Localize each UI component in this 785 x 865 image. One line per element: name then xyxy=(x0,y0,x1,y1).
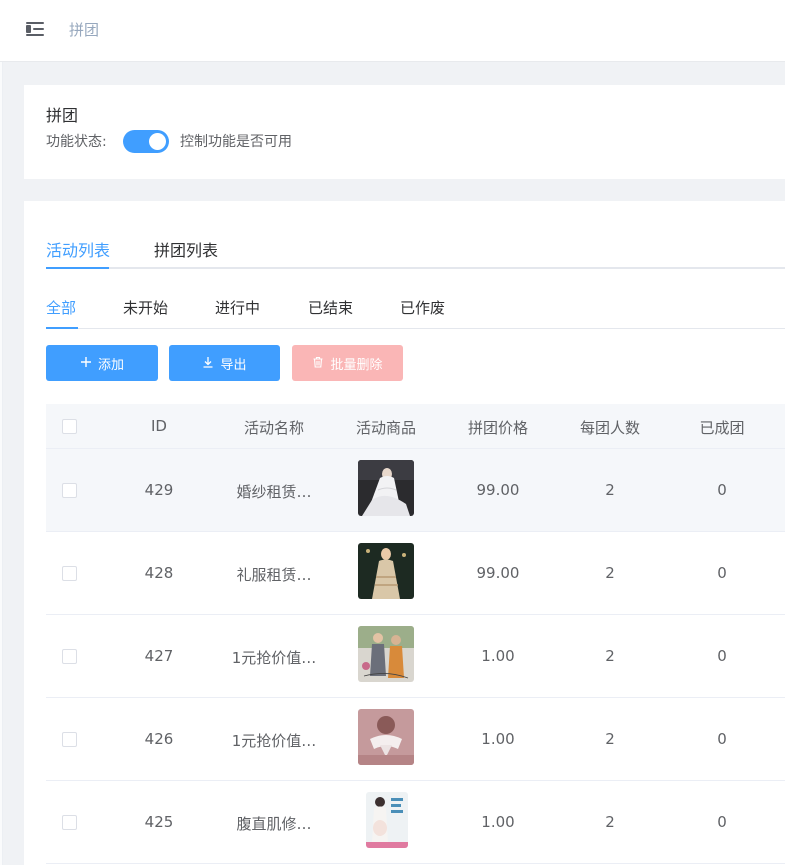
product-thumbnail[interactable] xyxy=(358,543,414,599)
column-header-formed: 已成团 xyxy=(699,419,745,437)
cell-id: 428 xyxy=(144,564,174,582)
add-button-label: 添加 xyxy=(97,357,124,373)
cell-id: 425 xyxy=(144,813,174,831)
download-icon xyxy=(202,356,214,371)
cell-group-size: 2 xyxy=(605,813,615,831)
trash-icon xyxy=(312,356,324,371)
breadcrumb: 拼团 xyxy=(69,21,100,39)
cell-price: 99.00 xyxy=(476,564,520,582)
switch-description: 控制功能是否可用 xyxy=(180,134,292,150)
cell-id: 426 xyxy=(144,730,174,748)
cell-id: 429 xyxy=(144,481,174,499)
feature-toggle-switch[interactable] xyxy=(123,130,169,153)
table-row[interactable]: 429 婚纱租赁… 99.00 2 0 xyxy=(46,449,785,532)
product-thumbnail[interactable] xyxy=(358,460,414,516)
product-thumbnail[interactable] xyxy=(358,709,414,765)
batch-delete-label: 批量删除 xyxy=(330,357,383,373)
status-filter-tabs: 全部 未开始 进行中 已结束 已作废 xyxy=(46,297,785,329)
subtab-all[interactable]: 全部 xyxy=(46,297,76,318)
table-row[interactable]: 428 礼服租赁… 99.00 2 0 xyxy=(46,532,785,615)
product-thumbnail[interactable] xyxy=(358,626,414,682)
column-header-price: 拼团价格 xyxy=(467,419,528,437)
feature-title: 拼团 xyxy=(46,106,79,125)
export-button-label: 导出 xyxy=(220,357,247,373)
table-row[interactable]: 426 1元抢价值… 1.00 2 0 xyxy=(46,698,785,781)
subtab-ended[interactable]: 已结束 xyxy=(308,297,353,318)
cell-id: 427 xyxy=(144,647,174,665)
cell-formed: 0 xyxy=(717,647,727,665)
row-checkbox[interactable] xyxy=(62,815,77,830)
top-navbar: 拼团 xyxy=(0,0,785,62)
cell-group-size: 2 xyxy=(605,647,615,665)
feature-status-card: 拼团 功能状态: 控制功能是否可用 xyxy=(24,85,785,179)
tab-group-list[interactable]: 拼团列表 xyxy=(154,237,218,261)
activity-table: ID 活动名称 活动商品 拼团价格 每团人数 已成团 429 婚纱租赁… 99.… xyxy=(46,404,785,864)
cell-price: 99.00 xyxy=(476,481,520,499)
cell-price: 1.00 xyxy=(481,813,515,831)
column-header-id: ID xyxy=(151,417,167,435)
export-button[interactable]: 导出 xyxy=(169,345,280,381)
cell-formed: 0 xyxy=(717,564,727,582)
hamburger-fold-icon[interactable] xyxy=(26,21,44,37)
main-tabs: 活动列表 拼团列表 xyxy=(46,237,785,269)
plus-icon xyxy=(80,356,92,371)
cell-name: 婚纱租赁… xyxy=(236,483,312,501)
active-subtab-indicator xyxy=(46,327,78,329)
row-checkbox[interactable] xyxy=(62,483,77,498)
select-all-checkbox[interactable] xyxy=(62,419,77,434)
status-label: 功能状态: xyxy=(46,134,107,150)
cell-formed: 0 xyxy=(717,813,727,831)
cell-name: 1元抢价值… xyxy=(231,732,317,750)
subtab-not-started[interactable]: 未开始 xyxy=(123,297,168,318)
column-header-name: 活动名称 xyxy=(243,419,304,437)
table-header: ID 活动名称 活动商品 拼团价格 每团人数 已成团 xyxy=(46,404,785,449)
cell-group-size: 2 xyxy=(605,730,615,748)
tab-activity-list[interactable]: 活动列表 xyxy=(46,237,110,261)
column-header-group-size: 每团人数 xyxy=(579,419,640,437)
product-thumbnail[interactable] xyxy=(366,792,408,848)
table-row[interactable]: 425 腹直肌修… 1.00 2 0 xyxy=(46,781,785,864)
cell-name: 1元抢价值… xyxy=(231,649,317,667)
activity-list-card: 活动列表 拼团列表 全部 未开始 进行中 已结束 已作废 添加 导出 批量删除 … xyxy=(24,201,785,865)
cell-name: 腹直肌修… xyxy=(236,815,312,833)
row-checkbox[interactable] xyxy=(62,649,77,664)
add-button[interactable]: 添加 xyxy=(46,345,158,381)
row-checkbox[interactable] xyxy=(62,732,77,747)
active-tab-indicator xyxy=(46,267,109,269)
cell-formed: 0 xyxy=(717,730,727,748)
sidebar-edge xyxy=(0,62,3,865)
batch-delete-button[interactable]: 批量删除 xyxy=(292,345,403,381)
table-row[interactable]: 427 1元抢价值… 1.00 2 0 xyxy=(46,615,785,698)
subtab-voided[interactable]: 已作废 xyxy=(400,297,445,318)
cell-price: 1.00 xyxy=(481,647,515,665)
cell-formed: 0 xyxy=(717,481,727,499)
subtab-in-progress[interactable]: 进行中 xyxy=(215,297,260,318)
column-header-product: 活动商品 xyxy=(355,419,416,437)
cell-name: 礼服租赁… xyxy=(236,566,312,584)
cell-group-size: 2 xyxy=(605,481,615,499)
cell-group-size: 2 xyxy=(605,564,615,582)
cell-price: 1.00 xyxy=(481,730,515,748)
row-checkbox[interactable] xyxy=(62,566,77,581)
